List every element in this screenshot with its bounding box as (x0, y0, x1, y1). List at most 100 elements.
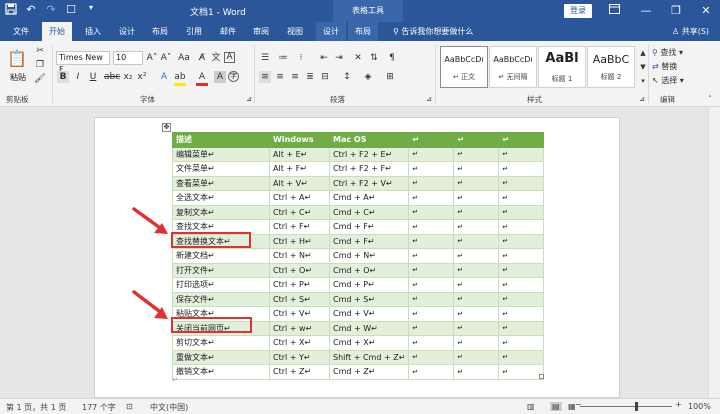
underline-icon[interactable]: U (87, 71, 99, 83)
align-right-icon[interactable]: ≡ (289, 71, 301, 83)
table-cell[interactable]: ↵ (453, 161, 500, 177)
table-cell[interactable]: ↵ (408, 219, 455, 235)
table-cell[interactable]: ↵ (453, 364, 500, 380)
close-icon[interactable]: ✕ (696, 2, 716, 20)
zoom-in-icon[interactable]: + (675, 400, 682, 409)
table-cell[interactable]: Ctrl + H↵ (269, 233, 330, 249)
tab-design[interactable]: 设计 (114, 22, 140, 41)
table-cell[interactable]: 复制文本↵ (172, 204, 270, 220)
numbering-icon[interactable]: ≔ (277, 52, 289, 64)
table-cell[interactable]: ↵ (498, 175, 545, 191)
table-cell[interactable]: ↵ (408, 190, 455, 206)
table-cell[interactable]: ↵ (498, 161, 545, 177)
tell-me-search[interactable]: ⚲ 告诉我你想要做什么 (393, 22, 473, 41)
tab-insert[interactable]: 插入 (80, 22, 106, 41)
table-cell[interactable]: ↵ (408, 335, 455, 351)
enclose-characters-icon[interactable]: 字 (228, 71, 239, 82)
table-move-handle-icon[interactable]: ✥ (162, 123, 171, 132)
paragraph-dialog-launcher-icon[interactable]: ⊿ (423, 93, 435, 105)
replace-button[interactable]: ⇄ 替换 (652, 61, 677, 73)
tab-view[interactable]: 视图 (282, 22, 308, 41)
collapse-ribbon-icon[interactable]: ˄ (704, 93, 716, 105)
change-case-icon[interactable]: Aa (178, 52, 190, 64)
table-cell[interactable]: ↵ (408, 277, 455, 293)
bullets-icon[interactable]: ☰ (259, 52, 271, 64)
shortcut-table[interactable]: 描述 Windows Mac OS ↵ ↵ ↵ 编辑菜单↵ Alt + E↵ Ctr… (172, 132, 545, 380)
table-cell[interactable]: Cmd + N↵ (328, 248, 410, 264)
select-button[interactable]: ↖ 选择 ▾ (652, 75, 684, 87)
table-cell[interactable]: ↵ (498, 233, 545, 249)
table-cell[interactable]: Shift + Cmd + Z↵ (328, 349, 410, 365)
table-cell[interactable]: ↵ (453, 204, 500, 220)
minimize-icon[interactable]: — (636, 2, 656, 20)
table-cell[interactable]: ↵ (498, 364, 545, 380)
table-cell[interactable]: Cmd + P↵ (328, 277, 410, 293)
table-cell[interactable]: ↵ (408, 161, 455, 177)
chinese-layout-icon[interactable]: ✕ (352, 52, 364, 64)
table-cell[interactable]: Cmd + X↵ (328, 335, 410, 351)
login-button[interactable]: 登录 (564, 4, 592, 18)
table-cell[interactable]: ↵ (498, 335, 545, 351)
table-cell[interactable]: Ctrl + V↵ (269, 306, 330, 322)
table-resize-handle[interactable] (539, 374, 544, 379)
table-cell[interactable]: ↵ (498, 219, 545, 235)
table-cell[interactable]: 撤销文本↵ (172, 364, 270, 380)
table-cell[interactable]: ↵ (453, 335, 500, 351)
style-heading-2[interactable]: AaBbC 标题 2 (587, 46, 635, 88)
table-cell[interactable]: Cmd + C↵ (328, 204, 410, 220)
table-cell[interactable]: Ctrl + O↵ (269, 262, 330, 278)
table-cell[interactable]: 保存文件↵ (172, 291, 270, 307)
table-cell[interactable]: ↵ (453, 233, 500, 249)
character-border-icon[interactable]: A (224, 52, 235, 63)
zoom-level[interactable]: 100% (688, 402, 711, 411)
table-cell[interactable]: Cmd + A↵ (328, 190, 410, 206)
cut-icon[interactable]: ✂ (34, 45, 46, 57)
table-cell[interactable]: ↵ (408, 233, 455, 249)
table-cell[interactable]: ↵ (453, 190, 500, 206)
table-cell[interactable]: ↵ (498, 320, 545, 336)
table-cell[interactable]: Cmd + O↵ (328, 262, 410, 278)
table-header-cell[interactable]: ↵ (453, 132, 500, 148)
sort-icon[interactable]: ⇅ (368, 52, 380, 64)
clear-formatting-icon[interactable]: A̸ (196, 52, 208, 64)
styles-dialog-launcher-icon[interactable]: ⊿ (636, 93, 648, 105)
table-cell[interactable]: ↵ (498, 248, 545, 264)
borders-icon[interactable]: ⊞ (384, 71, 396, 83)
tab-mailings[interactable]: 邮件 (215, 22, 241, 41)
table-cell[interactable]: 打印选项↵ (172, 277, 270, 293)
copy-icon[interactable]: ❐ (34, 59, 46, 71)
table-cell[interactable]: ↵ (453, 291, 500, 307)
table-cell[interactable]: 打开文件↵ (172, 262, 270, 278)
style-heading-1[interactable]: AaBl 标题 1 (538, 46, 586, 88)
table-cell[interactable]: Ctrl + w↵ (269, 320, 330, 336)
table-cell[interactable]: Ctrl + N↵ (269, 248, 330, 264)
character-shading-icon[interactable]: A (214, 71, 226, 83)
zoom-slider-thumb[interactable] (635, 402, 638, 411)
paste-button[interactable]: 粘贴 (8, 71, 28, 85)
redo-icon[interactable]: ↷ (44, 3, 58, 18)
table-cell[interactable]: ↵ (453, 349, 500, 365)
format-painter-icon[interactable]: 🖌 (34, 73, 46, 85)
table-cell[interactable]: Cmd + F↵ (328, 219, 410, 235)
touch-mode-icon[interactable]: ☐ (64, 3, 78, 18)
table-cell[interactable]: Cmd + S↵ (328, 291, 410, 307)
table-cell[interactable]: Ctrl + F2 + V↵ (328, 175, 410, 191)
decrease-indent-icon[interactable]: ⇤ (318, 52, 330, 64)
tab-references[interactable]: 引用 (181, 22, 207, 41)
table-cell[interactable]: ↵ (453, 146, 500, 162)
save-icon[interactable] (4, 3, 18, 18)
style-normal[interactable]: AaBbCcDı ↵ 正文 (440, 46, 488, 88)
table-cell[interactable]: Ctrl + A↵ (269, 190, 330, 206)
read-mode-icon[interactable]: ▥ (527, 402, 535, 411)
distributed-icon[interactable]: ⊟ (319, 71, 331, 83)
zoom-out-icon[interactable]: − (575, 400, 582, 409)
table-cell[interactable]: 新建文档↵ (172, 248, 270, 264)
table-cell[interactable]: ↵ (453, 219, 500, 235)
zoom-slider[interactable] (580, 406, 672, 407)
table-cell[interactable]: ↵ (498, 349, 545, 365)
vertical-scrollbar[interactable] (708, 107, 720, 398)
multilevel-list-icon[interactable]: ⁝ (295, 52, 307, 64)
table-cell[interactable]: Alt + F↵ (269, 161, 330, 177)
print-layout-icon[interactable]: ▤ (550, 402, 562, 411)
table-cell[interactable]: ↵ (498, 190, 545, 206)
